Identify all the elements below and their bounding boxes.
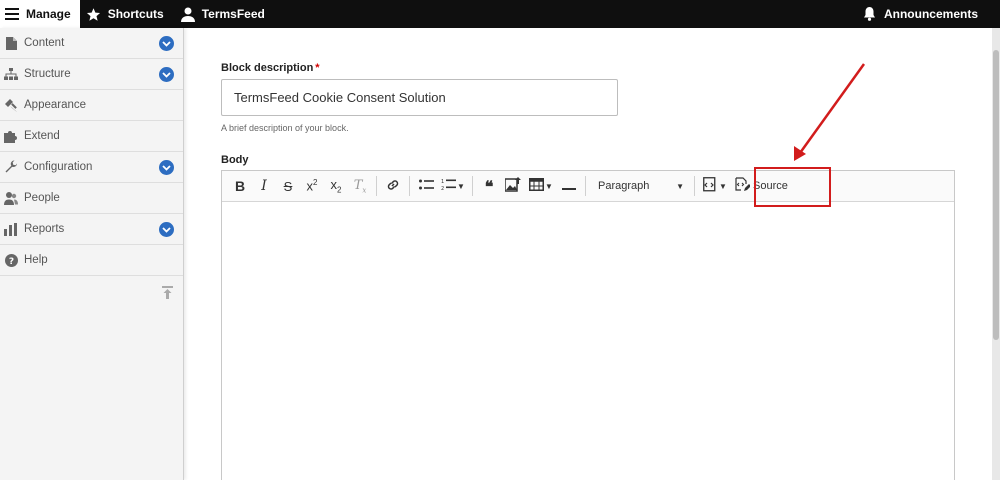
insert-image-button[interactable] [501,174,525,198]
code-block-icon [703,177,718,195]
required-marker: * [315,62,320,74]
toolbar-separator [694,176,695,196]
body-editor: B I S x2 x2 Tx 12 ▼ ❝ ▼ Paragraph ▼ ▼ So… [221,170,955,480]
chevron-down-icon: ▼ [719,181,727,191]
announcements-label: Announcements [883,7,978,21]
annotation-arrow-icon [794,63,866,161]
sidebar-item-configuration[interactable]: Configuration [0,152,183,183]
bold-button[interactable]: B [228,174,252,198]
sidebar-item-content[interactable]: Content [0,28,183,59]
scrollbar-thumb[interactable] [993,50,999,340]
heading-select[interactable]: Paragraph ▼ [590,174,690,198]
source-button-highlight [754,167,831,207]
brush-icon [4,98,18,112]
link-button[interactable] [381,174,405,198]
toolbar-separator [472,176,473,196]
block-description-help: A brief description of your block. [221,123,349,133]
sidebar-item-help[interactable]: ? Help [0,245,183,276]
bell-icon [862,6,878,22]
chevron-down-icon[interactable] [159,67,174,82]
table-icon [529,178,545,194]
manage-tab[interactable]: Manage [0,0,80,28]
announcements-tab[interactable]: Announcements [856,0,1000,28]
sidebar-item-label: Appearance [24,99,87,111]
user-tab[interactable]: TermsFeed [174,0,275,28]
chevron-down-icon: ▼ [545,181,553,191]
star-icon [86,6,102,22]
sidebar-item-people[interactable]: People [0,183,183,214]
admin-sidebar: Content Structure Appearance Extend Conf… [0,28,184,480]
horizontal-line-button[interactable] [557,174,581,198]
image-upload-icon [504,177,521,195]
toolbar-separator [409,176,410,196]
numbered-list-icon: 12 [441,178,457,194]
remove-format-button[interactable]: Tx [348,174,372,198]
user-icon [180,6,196,22]
sidebar-item-label: Configuration [24,161,93,173]
sidebar-item-reports[interactable]: Reports [0,214,183,245]
numbered-list-button[interactable]: 12 ▼ [438,174,468,198]
people-icon [4,191,18,205]
chevron-down-icon: ▼ [457,181,465,191]
page-scrollbar[interactable] [992,28,1000,480]
admin-toolbar: Manage Shortcuts TermsFeed Announcements [0,0,1000,28]
user-label: TermsFeed [201,7,265,21]
sidebar-item-structure[interactable]: Structure [0,59,183,90]
pin-sidebar-icon[interactable] [162,286,173,304]
hamburger-icon [4,6,20,22]
svg-text:?: ? [8,257,13,267]
document-icon [4,36,18,50]
heading-select-value: Paragraph [598,180,650,192]
puzzle-icon [4,129,18,143]
toolbar-separator [376,176,377,196]
help-icon: ? [4,253,18,267]
link-icon [386,178,400,195]
strikethrough-button[interactable]: S [276,174,300,198]
sidebar-item-label: Reports [24,223,65,235]
superscript-button[interactable]: x2 [300,174,324,198]
chevron-down-icon: ▼ [676,181,684,191]
wrench-icon [4,160,18,174]
source-icon [735,177,751,195]
bulleted-list-icon [418,179,434,194]
block-description-label: Block description * [221,62,320,74]
svg-text:1: 1 [441,179,444,185]
sidebar-item-label: People [24,192,60,204]
subscript-button[interactable]: x2 [324,174,348,198]
insert-table-button[interactable]: ▼ [525,174,557,198]
horizontal-line-icon [562,179,576,194]
editor-content-area[interactable] [222,202,954,480]
blockquote-button[interactable]: ❝ [477,174,501,198]
toolbar-separator [585,176,586,196]
sidebar-item-label: Structure [24,68,71,80]
sidebar-item-appearance[interactable]: Appearance [0,90,183,121]
sidebar-item-label: Help [24,254,48,266]
manage-label: Manage [26,7,71,21]
bulleted-list-button[interactable] [414,174,438,198]
svg-text:2: 2 [441,186,444,191]
block-description-input[interactable] [221,79,618,116]
sidebar-item-label: Content [24,37,65,49]
code-block-button[interactable]: ▼ [699,174,731,198]
bar-chart-icon [4,222,18,236]
shortcuts-label: Shortcuts [107,7,164,21]
sidebar-item-label: Extend [24,130,60,142]
shortcuts-tab[interactable]: Shortcuts [80,0,174,28]
italic-button[interactable]: I [252,174,276,198]
chevron-down-icon[interactable] [159,222,174,237]
chevron-down-icon[interactable] [159,160,174,175]
editor-toolbar: B I S x2 x2 Tx 12 ▼ ❝ ▼ Paragraph ▼ ▼ So… [222,171,954,202]
sidebar-item-extend[interactable]: Extend [0,121,183,152]
chevron-down-icon[interactable] [159,36,174,51]
body-label: Body [221,154,249,166]
sitemap-icon [4,67,18,81]
